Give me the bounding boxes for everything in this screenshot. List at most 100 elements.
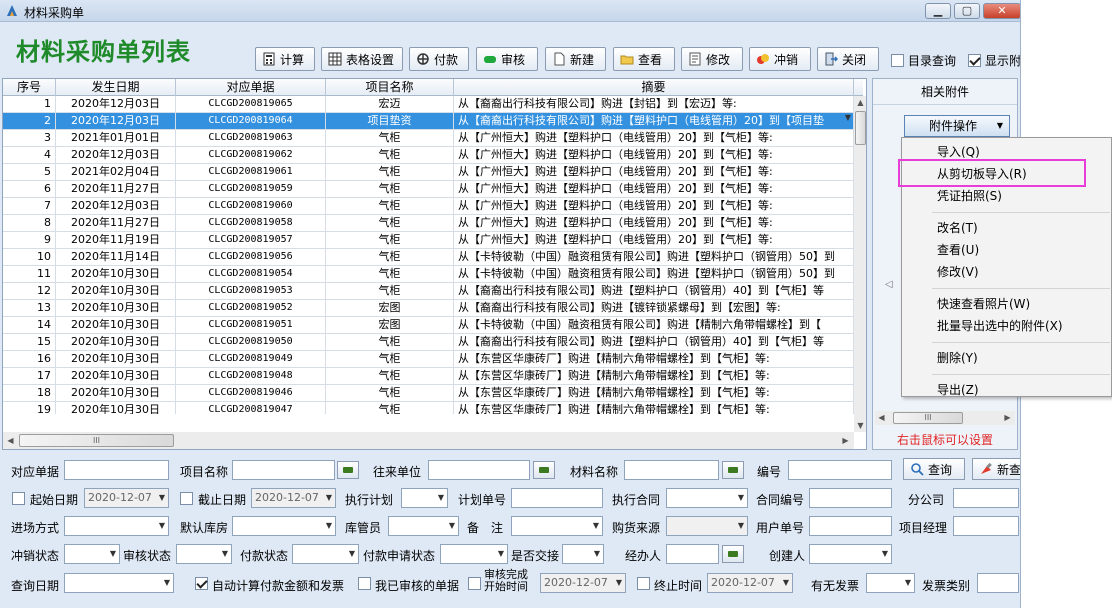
menu-item-4[interactable]: 改名(T) bbox=[903, 218, 1111, 238]
table-row[interactable]: 10 2020年11月14日 CLCGD200819056 气柜 从【卡特彼勒（中国）融… bbox=[3, 249, 854, 266]
close-window-button[interactable]: ✕ bbox=[983, 3, 1020, 19]
table-row[interactable]: 16 2020年10月30日 CLCGD200819049 气柜 从【东营区华康砖厂】购… bbox=[3, 351, 854, 368]
branch-input[interactable] bbox=[953, 488, 1019, 508]
menu-item-3[interactable]: 凭证拍照(S) bbox=[903, 186, 1111, 206]
start-date-checkbox[interactable] bbox=[12, 492, 25, 505]
table-row[interactable]: 9 2020年11月19日 CLCGD200819057 气柜 从【广州恒大】购进【塑料… bbox=[3, 232, 854, 249]
scroll-up-icon[interactable]: ▲ bbox=[854, 96, 866, 109]
table-row[interactable]: 11 2020年10月30日 CLCGD200819054 气柜 从【卡特彼勒（中国）融… bbox=[3, 266, 854, 283]
creator-select[interactable] bbox=[809, 544, 892, 564]
table-row[interactable]: 18 2020年10月30日 CLCGD200819046 气柜 从【东营区华康砖厂】购… bbox=[3, 385, 854, 402]
minimize-button[interactable]: ▁ bbox=[925, 3, 951, 19]
table-row[interactable]: 7 2020年12月03日 CLCGD200819060 气柜 从【广州恒大】购进【塑料… bbox=[3, 198, 854, 215]
table-row[interactable]: 2 2020年12月03日 CLCGD200819064 项目垫资 从【裔裔出行科技有限… bbox=[3, 113, 854, 130]
show-attachments-checkbox[interactable]: 显示附 bbox=[968, 52, 1020, 69]
handler-picker-icon[interactable] bbox=[722, 545, 744, 563]
audit-done-checkbox[interactable] bbox=[468, 577, 481, 590]
reverse-button[interactable]: 冲销 bbox=[749, 47, 811, 71]
payment-button[interactable]: 付款 bbox=[409, 47, 469, 71]
table-row[interactable]: 15 2020年10月30日 CLCGD200819050 气柜 从【裔裔出行科技有限公… bbox=[3, 334, 854, 351]
invoice-type-input[interactable] bbox=[977, 573, 1019, 593]
table-row[interactable]: 12 2020年10月30日 CLCGD200819053 气柜 从【裔裔出行科技有限公… bbox=[3, 283, 854, 300]
table-row[interactable]: 4 2020年12月03日 CLCGD200819062 气柜 从【广州恒大】购进【塑料… bbox=[3, 147, 854, 164]
material-picker-icon[interactable] bbox=[722, 461, 744, 479]
new-query-button[interactable]: 新查 bbox=[972, 458, 1020, 480]
column-header-date[interactable]: 发生日期 bbox=[56, 79, 176, 96]
filter-partner-input[interactable] bbox=[428, 460, 530, 480]
exec-plan-select[interactable] bbox=[401, 488, 448, 508]
my-audited-checkbox[interactable] bbox=[358, 577, 371, 590]
horizontal-scrollbar[interactable]: ◀ III ▶ bbox=[3, 432, 854, 449]
table-row[interactable]: 14 2020年10月30日 CLCGD200819051 宏图 从【卡特彼勒（中国）融… bbox=[3, 317, 854, 334]
table-row[interactable]: 6 2020年11月27日 CLCGD200819059 气柜 从【广州恒大】购进【塑料… bbox=[3, 181, 854, 198]
filter-material-input[interactable] bbox=[624, 460, 719, 480]
attachment-horizontal-scrollbar[interactable]: ◀ III ▶ bbox=[875, 411, 1015, 425]
remark-select[interactable] bbox=[511, 516, 603, 536]
scroll-left-icon[interactable]: ◀ bbox=[4, 434, 17, 447]
new-button[interactable]: 新建 bbox=[545, 47, 606, 71]
column-header-seq[interactable]: 序号 bbox=[3, 79, 56, 96]
end-date-checkbox[interactable] bbox=[180, 492, 193, 505]
table-row[interactable]: 5 2021年02月04日 CLCGD200819061 气柜 从【广州恒大】购进【塑料… bbox=[3, 164, 854, 181]
handler-input[interactable] bbox=[666, 544, 719, 564]
end-time-checkbox[interactable] bbox=[637, 577, 650, 590]
keeper-select[interactable] bbox=[388, 516, 459, 536]
approve-button[interactable]: 审核 bbox=[476, 47, 538, 71]
close-button[interactable]: 关闭 bbox=[817, 47, 879, 71]
table-row[interactable]: 8 2020年11月27日 CLCGD200819058 气柜 从【广州恒大】购进【塑料… bbox=[3, 215, 854, 232]
menu-item-8[interactable]: 批量导出选中的附件(X) bbox=[903, 316, 1111, 336]
filter-code-input[interactable] bbox=[788, 460, 892, 480]
end-time-picker[interactable]: 2020-12-07 bbox=[707, 573, 793, 593]
entry-mode-select[interactable] bbox=[64, 516, 169, 536]
column-header-project[interactable]: 项目名称 bbox=[326, 79, 454, 96]
attachment-operations-button[interactable]: 附件操作 ▼ bbox=[904, 115, 1010, 137]
table-row[interactable]: 13 2020年10月30日 CLCGD200819052 宏图 从【裔裔出行科技有限公… bbox=[3, 300, 854, 317]
auto-calc-checkbox[interactable] bbox=[195, 577, 208, 590]
project-manager-input[interactable] bbox=[953, 516, 1019, 536]
menu-item-5[interactable]: 查看(U) bbox=[903, 240, 1111, 260]
scroll-right-icon[interactable]: ▶ bbox=[839, 434, 852, 447]
plan-no-input[interactable] bbox=[511, 488, 603, 508]
exec-contract-select[interactable] bbox=[666, 488, 748, 508]
catalog-query-checkbox[interactable]: 目录查询 bbox=[891, 52, 956, 69]
table-row[interactable]: 17 2020年10月30日 CLCGD200819048 气柜 从【东营区华康砖厂】购… bbox=[3, 368, 854, 385]
attachment-scroll-right-icon[interactable]: ▶ bbox=[1001, 411, 1014, 424]
partner-picker-icon[interactable] bbox=[533, 461, 555, 479]
attachment-scroll-thumb[interactable]: III bbox=[893, 412, 963, 424]
end-date-picker[interactable]: 2020-12-07 bbox=[251, 488, 336, 508]
edit-button[interactable]: 修改 bbox=[681, 47, 743, 71]
table-row[interactable]: 3 2021年01月01日 CLCGD200819063 气柜 从【广州恒大】购进【塑料… bbox=[3, 130, 854, 147]
audit-time-picker[interactable]: 2020-12-07 bbox=[540, 573, 626, 593]
menu-item-6[interactable]: 修改(V) bbox=[903, 262, 1111, 282]
pay-request-status-select[interactable] bbox=[440, 544, 508, 564]
handover-select[interactable] bbox=[562, 544, 604, 564]
filter-doc-input[interactable] bbox=[64, 460, 169, 480]
scroll-down-icon[interactable]: ▼ bbox=[854, 419, 866, 432]
table-settings-button[interactable]: 表格设置 bbox=[321, 47, 403, 71]
vertical-scroll-thumb[interactable] bbox=[855, 111, 866, 145]
start-date-picker[interactable]: 2020-12-07 bbox=[84, 488, 169, 508]
invoice-select[interactable] bbox=[866, 573, 915, 593]
audit-status-select[interactable] bbox=[176, 544, 232, 564]
table-row[interactable]: 19 2020年10月30日 CLCGD200819047 气柜 从【东营区华康砖厂】购… bbox=[3, 402, 854, 414]
query-button[interactable]: 查询 bbox=[903, 458, 965, 480]
attachment-nav-left-icon[interactable]: ◁ bbox=[885, 279, 893, 290]
title-bar[interactable]: 材料采购单 ▁ ▢ ✕ bbox=[0, 0, 1020, 22]
show-attachments-check[interactable] bbox=[968, 54, 981, 67]
column-header-doc[interactable]: 对应单据 bbox=[176, 79, 326, 96]
vertical-scrollbar[interactable]: ▲ ▼ bbox=[854, 96, 866, 432]
pay-status-select[interactable] bbox=[292, 544, 359, 564]
user-no-input[interactable] bbox=[809, 516, 892, 536]
view-button[interactable]: 查看 bbox=[613, 47, 675, 71]
project-picker-icon[interactable] bbox=[337, 461, 359, 479]
calculate-button[interactable]: 计算 bbox=[255, 47, 315, 71]
filter-project-input[interactable] bbox=[232, 460, 335, 480]
menu-item-9[interactable]: 删除(Y) bbox=[903, 348, 1111, 368]
column-header-summary[interactable]: 摘要 bbox=[454, 79, 854, 96]
query-date-select[interactable] bbox=[64, 573, 174, 593]
table-row[interactable]: 1 2020年12月03日 CLCGD200819065 宏迈 从【裔裔出行科技有限公司… bbox=[3, 96, 854, 113]
reverse-status-select[interactable] bbox=[64, 544, 120, 564]
maximize-button[interactable]: ▢ bbox=[954, 3, 980, 19]
default-warehouse-select[interactable] bbox=[232, 516, 336, 536]
menu-item-7[interactable]: 快速查看照片(W) bbox=[903, 294, 1111, 314]
